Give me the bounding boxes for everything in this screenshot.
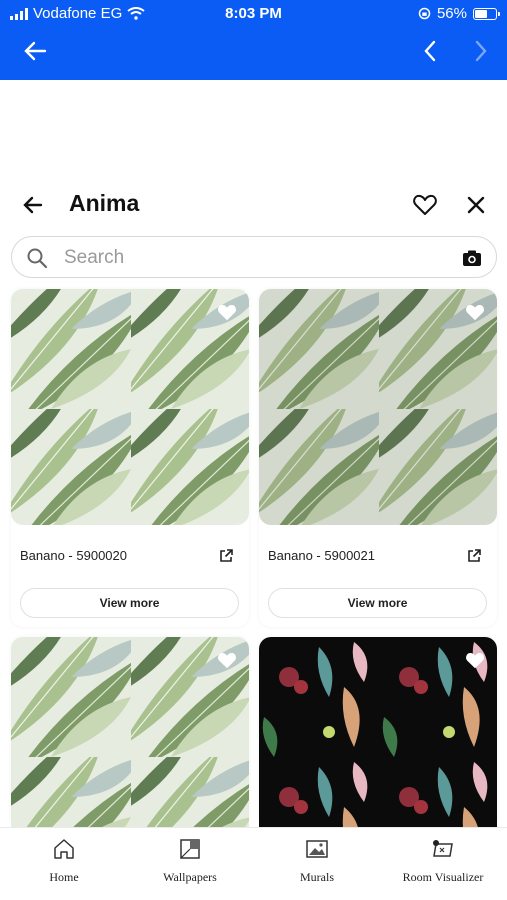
browser-previous-button[interactable] xyxy=(415,36,445,66)
orientation-lock-icon xyxy=(418,7,431,20)
product-image[interactable] xyxy=(259,637,497,827)
external-link-icon[interactable] xyxy=(219,549,233,563)
battery-icon xyxy=(473,7,500,20)
tab-murals[interactable]: Murals xyxy=(262,838,372,886)
search-bar xyxy=(11,236,497,278)
home-icon xyxy=(54,839,74,859)
heart-icon[interactable] xyxy=(465,651,485,669)
battery-percent: 56% xyxy=(436,5,467,22)
page-header: Anima xyxy=(0,182,507,226)
view-more-button[interactable]: View more xyxy=(268,588,487,618)
external-link-icon[interactable] xyxy=(467,549,481,563)
heart-icon[interactable] xyxy=(217,651,237,669)
arrow-left-icon xyxy=(23,196,43,214)
close-icon xyxy=(467,196,485,214)
tab-label: Wallpapers xyxy=(163,870,217,884)
chevron-left-icon xyxy=(424,40,436,62)
tab-label: Home xyxy=(49,870,79,884)
back-button[interactable] xyxy=(18,190,48,220)
tab-room-visualizer[interactable]: Room Visualizer xyxy=(388,838,498,886)
product-image[interactable] xyxy=(11,637,249,827)
page-title: Anima xyxy=(69,190,140,216)
status-bar: Vodafone EG 8:03 PM 56% xyxy=(0,0,507,28)
product-card[interactable]: Banano - 5900021 View more xyxy=(259,289,497,627)
product-image[interactable] xyxy=(11,289,249,525)
tab-label: Murals xyxy=(300,870,334,884)
product-name: Banano - 5900020 xyxy=(20,548,127,563)
product-name: Banano - 5900021 xyxy=(268,548,375,563)
product-card[interactable]: Banano - 5900020 View more xyxy=(11,289,249,627)
heart-icon[interactable] xyxy=(465,303,485,321)
tab-label: Room Visualizer xyxy=(402,870,484,884)
browser-bar: Vodafone EG 8:03 PM 56% xyxy=(0,0,507,80)
favorite-button[interactable] xyxy=(410,190,440,220)
bottom-tab-bar: Home Wallpapers Murals Room Visualizer xyxy=(0,827,507,900)
view-more-button[interactable]: View more xyxy=(20,588,239,618)
heart-icon[interactable] xyxy=(217,303,237,321)
product-card[interactable] xyxy=(11,637,249,827)
product-card[interactable] xyxy=(259,637,497,827)
browser-back-button[interactable] xyxy=(20,36,50,66)
tab-home[interactable]: Home xyxy=(9,838,119,886)
murals-icon xyxy=(306,840,328,858)
tab-wallpapers[interactable]: Wallpapers xyxy=(135,838,245,886)
browser-next-button[interactable] xyxy=(466,36,496,66)
chevron-right-icon xyxy=(475,40,487,62)
close-button[interactable] xyxy=(461,190,491,220)
product-image[interactable] xyxy=(259,289,497,525)
heart-icon xyxy=(413,194,437,215)
wallpapers-icon xyxy=(180,839,200,859)
search-icon xyxy=(27,248,48,269)
camera-icon[interactable] xyxy=(462,249,482,267)
room-visualizer-icon xyxy=(433,840,453,857)
search-input[interactable] xyxy=(64,245,444,271)
arrow-left-icon xyxy=(24,41,47,61)
